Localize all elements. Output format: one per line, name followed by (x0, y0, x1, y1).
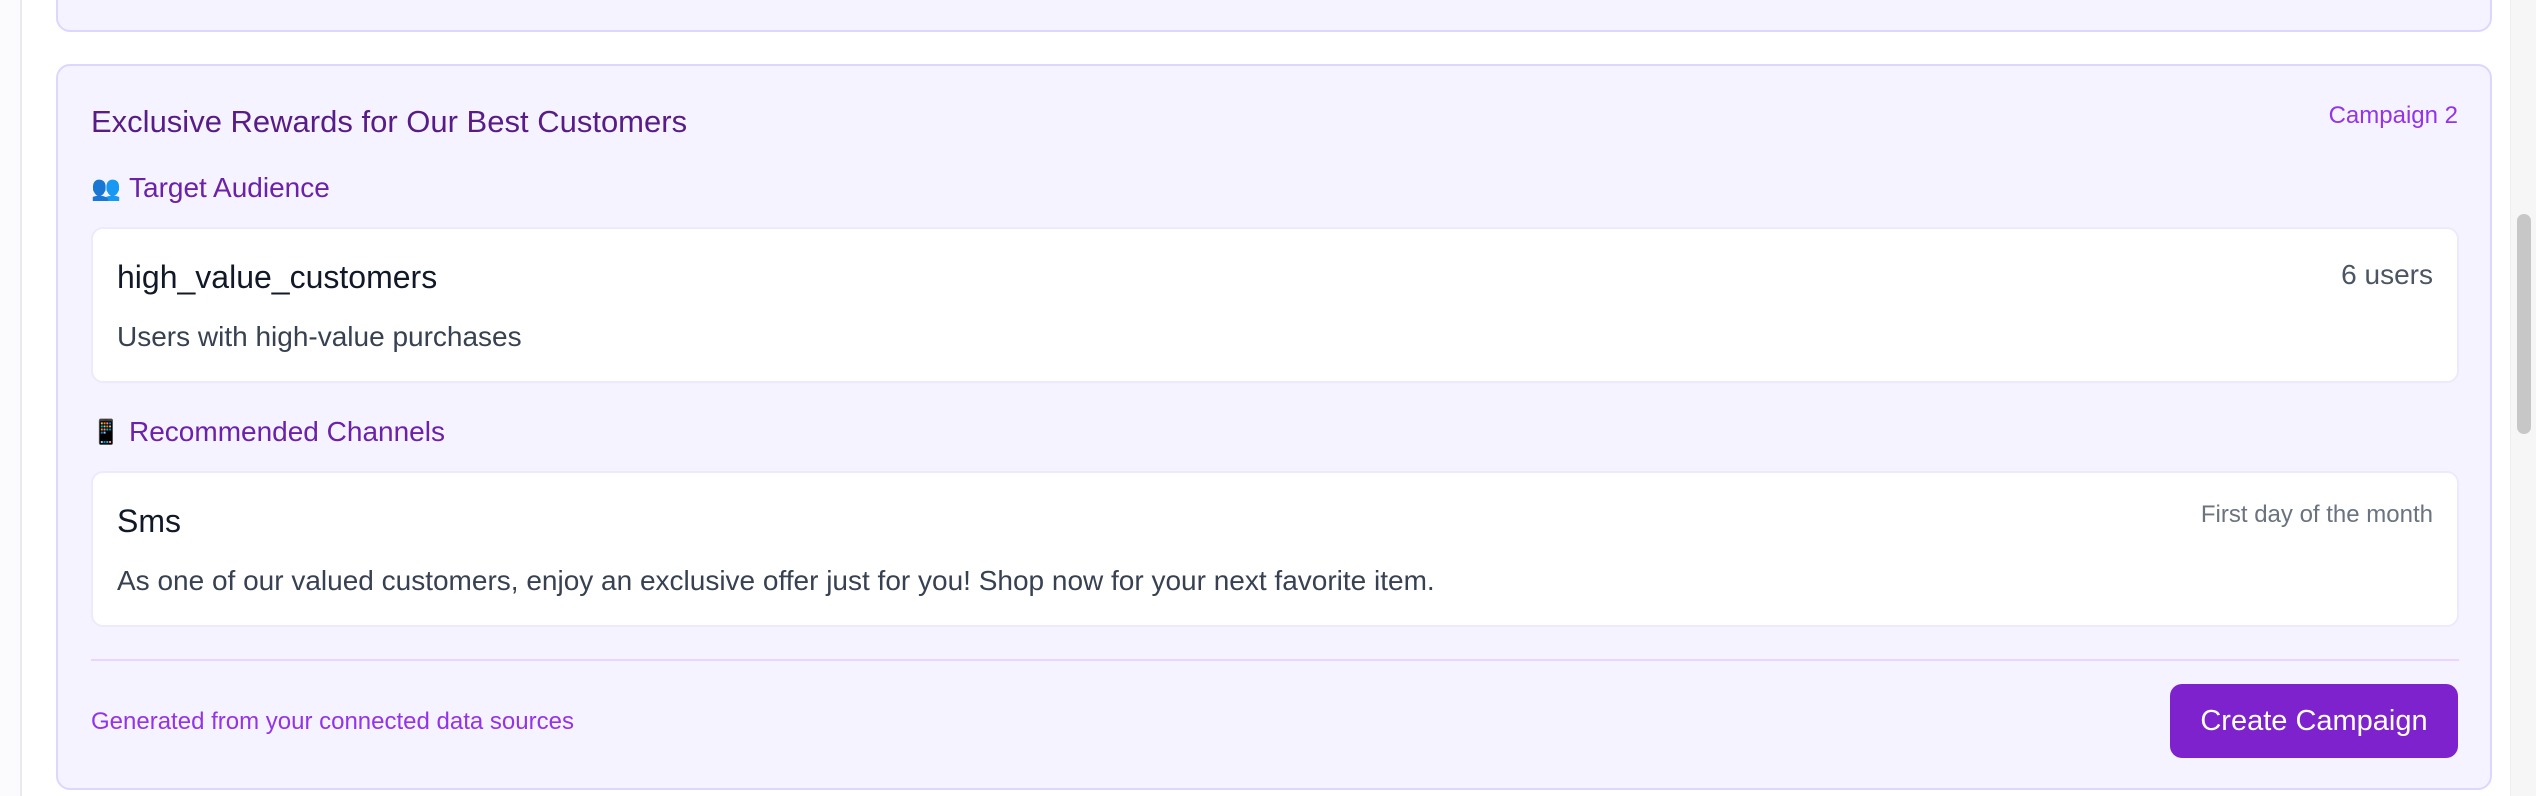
mobile-phone-icon: 📱 (91, 418, 121, 446)
channel-card: Sms First day of the month As one of our… (91, 471, 2459, 627)
page: Exclusive Rewards for Our Best Customers… (0, 0, 2536, 796)
campaign-title: Exclusive Rewards for Our Best Customers (91, 104, 688, 139)
campaign-number-label: Campaign 2 (2328, 102, 2458, 129)
channel-name: Sms (117, 503, 181, 539)
campaign-card: Exclusive Rewards for Our Best Customers… (56, 64, 2492, 790)
vertical-scrollbar[interactable] (2510, 0, 2536, 796)
people-icon: 👥 (91, 174, 121, 202)
footer-divider (91, 659, 2459, 661)
recommended-channels-heading: 📱 Recommended Channels (91, 416, 445, 448)
segment-user-count: 6 users (2341, 259, 2433, 290)
channel-timing: First day of the month (2200, 501, 2433, 528)
data-source-note: Generated from your connected data sourc… (91, 708, 574, 735)
segment-name: high_value_customers (117, 259, 438, 295)
previous-campaign-card (56, 0, 2492, 32)
recommended-channels-heading-label: Recommended Channels (129, 416, 445, 447)
left-gutter (0, 0, 22, 796)
channel-message: As one of our valued customers, enjoy an… (117, 565, 1435, 596)
target-audience-heading-label: Target Audience (129, 172, 330, 203)
create-campaign-button[interactable]: Create Campaign (2170, 684, 2458, 758)
segment-description: Users with high-value purchases (117, 321, 522, 352)
scrollbar-thumb[interactable] (2517, 214, 2531, 434)
target-audience-heading: 👥 Target Audience (91, 172, 330, 204)
audience-segment-card: high_value_customers 6 users Users with … (91, 227, 2459, 383)
